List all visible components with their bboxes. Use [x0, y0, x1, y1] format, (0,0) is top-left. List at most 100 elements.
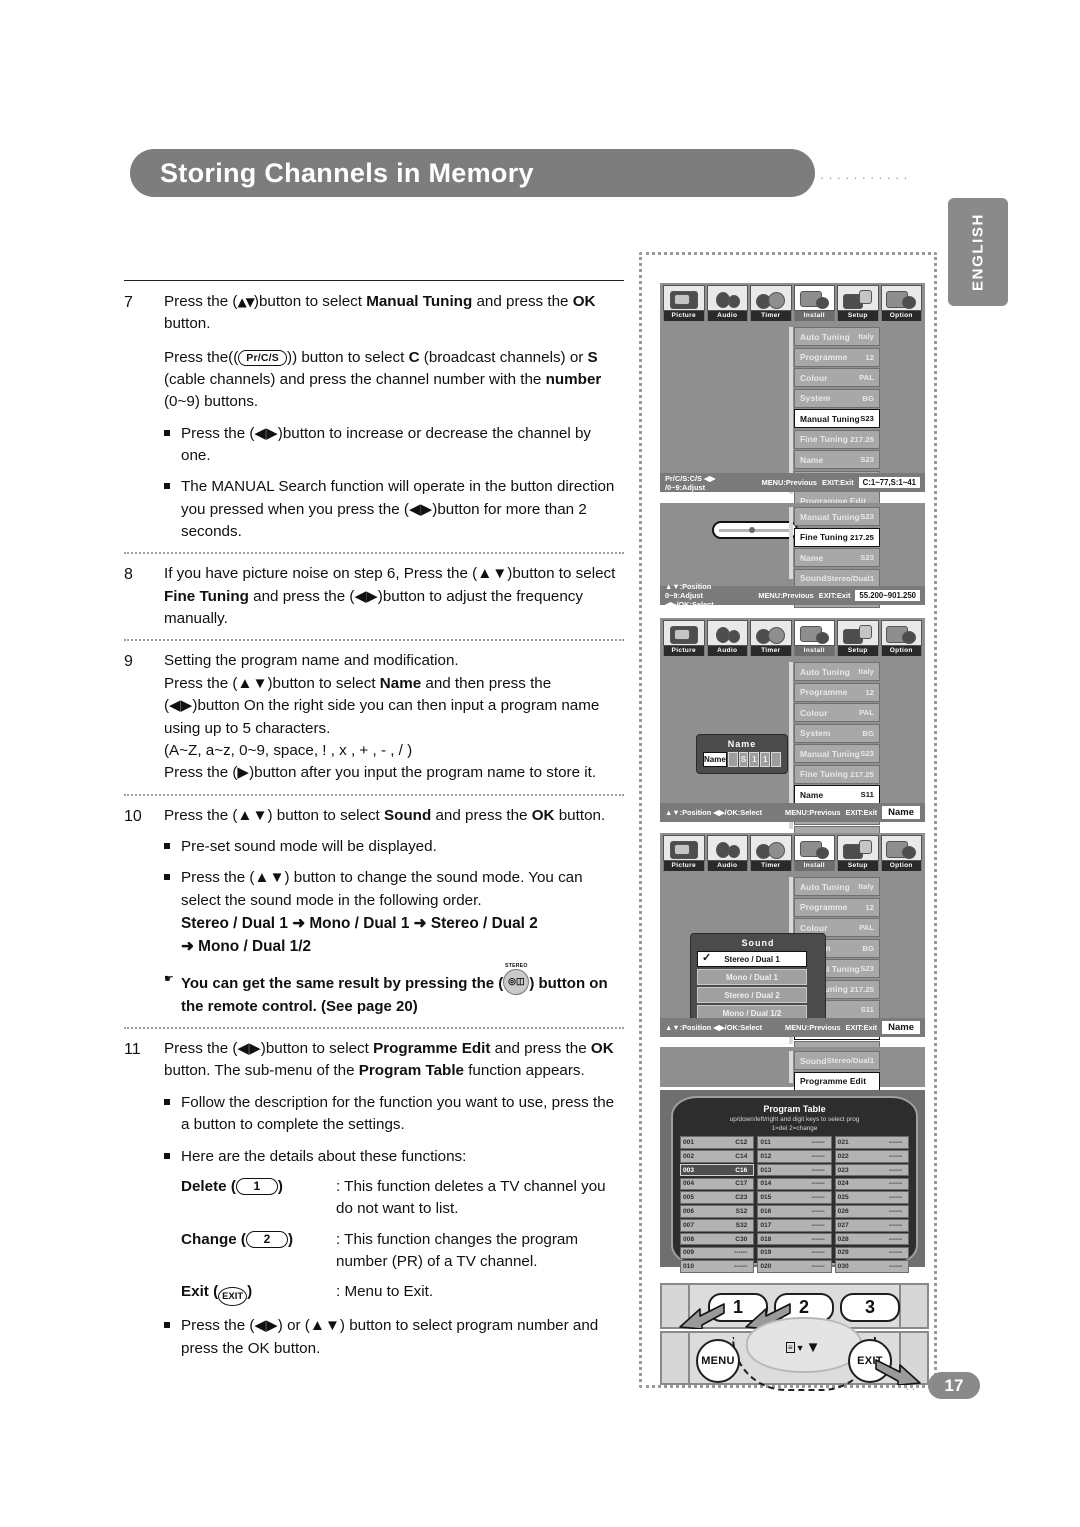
remote-button-menu[interactable]: MENU — [696, 1339, 740, 1383]
sound-option-stereo-dual-2[interactable]: Stereo / Dual 2 — [697, 987, 807, 1003]
name-field-label[interactable]: Name — [703, 752, 727, 767]
table-row[interactable]: 020 ------ — [757, 1260, 832, 1273]
menu-item-auto-tuning[interactable]: Auto Tuning Italy — [794, 327, 880, 346]
name-char-4[interactable]: 1 — [760, 752, 771, 767]
menu-item-auto-tuning[interactable]: Auto Tuning Italy — [794, 662, 880, 681]
osd-tab-audio[interactable]: Audio — [706, 620, 748, 656]
menu-item-manual-tuning[interactable]: Manual Tuning S23 — [794, 744, 880, 763]
name-input-popup[interactable]: Name Name S 1 1 — [696, 734, 788, 774]
programme-edit-menu-list[interactable]: Sound Stereo/Dual1 Programme Edit — [794, 1051, 880, 1092]
program-table-grid[interactable]: 001 C12 002 C14 003 C16 004 C17 005 C23 006 S1… — [680, 1136, 909, 1274]
table-row[interactable]: 013 ------ — [757, 1163, 832, 1177]
program-table-column-2[interactable]: 011 ------ 012 ------ 013 ------ 014 ------ … — [757, 1136, 832, 1274]
menu-item-programme-edit[interactable]: Programme Edit — [794, 1071, 880, 1091]
slider-track[interactable] — [719, 527, 791, 533]
table-row[interactable]: 006 S12 — [680, 1205, 755, 1218]
table-row[interactable]: 027 ------ — [834, 1219, 909, 1232]
osd-tab-audio[interactable]: Audio — [706, 835, 748, 871]
table-row[interactable]: 012 ------ — [757, 1150, 832, 1163]
remote-button-3[interactable]: 3 — [840, 1293, 900, 1322]
program-table-column-1[interactable]: 001 C12 002 C14 003 C16 004 C17 005 C23 006 S1… — [680, 1136, 755, 1274]
table-row[interactable]: 026 ------ — [834, 1205, 909, 1218]
osd-tab-picture[interactable]: Picture — [663, 835, 705, 871]
menu-item-sound[interactable]: SoundStereo/Dual1 — [794, 568, 880, 588]
step-7-line2: Press the((Pr/C/S)) button to select C (… — [164, 348, 602, 411]
menu-item-name[interactable]: Name S23 — [794, 450, 880, 469]
menu-item-fine-tuning[interactable]: Fine Tuning217.25 — [794, 764, 880, 784]
table-row[interactable]: 014 ------ — [757, 1177, 832, 1191]
sound-option-stereo-dual-1[interactable]: ✓ Stereo / Dual 1 — [697, 951, 807, 967]
table-row[interactable]: 019 ------ — [757, 1246, 832, 1260]
menu-item-colour[interactable]: Colour PAL — [794, 703, 880, 722]
table-row[interactable]: 008 C30 — [680, 1232, 755, 1246]
menu-item-manual-tuning[interactable]: Manual Tuning S23 — [794, 409, 880, 428]
table-row[interactable]: 017 ------ — [757, 1219, 832, 1232]
menu-item-sound[interactable]: SoundStereo/Dual1 — [794, 1051, 880, 1070]
table-row[interactable]: 028 ------ — [834, 1232, 909, 1246]
table-row[interactable]: 018 ------ — [757, 1232, 832, 1246]
osd-tab-setup[interactable]: Setup — [837, 285, 879, 321]
name-char-3[interactable]: 1 — [749, 752, 760, 767]
table-row[interactable]: 009 ------ — [680, 1246, 755, 1260]
table-row[interactable]: 021 ------ — [834, 1136, 909, 1149]
table-row[interactable]: 003 C16 — [680, 1163, 755, 1177]
osd-icon-tabs[interactable]: Picture Audio Timer Install Setup Option — [660, 283, 925, 321]
osd-tab-picture[interactable]: Picture — [663, 285, 705, 321]
table-row[interactable]: 024 ------ — [834, 1177, 909, 1191]
osd-tab-picture[interactable]: Picture — [663, 620, 705, 656]
menu-item-system[interactable]: SystemBG — [794, 388, 880, 408]
osd-tab-install[interactable]: Install — [793, 835, 835, 871]
menu-item-fine-tuning[interactable]: Fine Tuning217.25 — [794, 527, 880, 547]
table-row[interactable]: 001 C12 — [680, 1136, 755, 1149]
osd-tab-timer[interactable]: Timer — [750, 620, 792, 656]
osd-tab-install[interactable]: Install — [793, 285, 835, 321]
menu-item-manual-tuning[interactable]: Manual Tuning S23 — [794, 507, 880, 526]
osd-tab-option[interactable]: Option — [880, 835, 922, 871]
osd-tab-timer[interactable]: Timer — [750, 285, 792, 321]
table-row[interactable]: 016 ------ — [757, 1205, 832, 1218]
table-row[interactable]: 030 ------ — [834, 1260, 909, 1273]
remote-key-1-icon: 1 — [235, 1177, 278, 1195]
slider-knob[interactable] — [749, 527, 756, 533]
osd-tab-option[interactable]: Option — [880, 285, 922, 321]
table-row[interactable]: 007 S32 — [680, 1219, 755, 1232]
menu-item-programme[interactable]: Programme 12 — [794, 682, 880, 702]
menu-item-auto-tuning[interactable]: Auto Tuning Italy — [794, 877, 880, 896]
remote-menu-strip: ≡ ▼ ▼ MENU EXIT — [660, 1317, 929, 1391]
name-char-1[interactable] — [727, 752, 738, 767]
table-row[interactable]: 015 ------ — [757, 1191, 832, 1204]
table-row[interactable]: 025 ------ — [834, 1191, 909, 1204]
menu-item-system[interactable]: SystemBG — [794, 723, 880, 743]
table-row[interactable]: 010 ------ — [680, 1260, 755, 1273]
osd-tab-option[interactable]: Option — [880, 620, 922, 656]
fine-tuning-slider[interactable] — [712, 521, 798, 539]
menu-item-colour[interactable]: Colour PAL — [794, 368, 880, 387]
menu-item-fine-tuning[interactable]: Fine Tuning217.25 — [794, 429, 880, 449]
name-char-2[interactable]: S — [738, 752, 749, 767]
menu-item-name[interactable]: NameS11 — [794, 785, 880, 804]
menu-item-name[interactable]: Name S23 — [794, 548, 880, 567]
osd-icon-tabs[interactable]: Picture Audio Timer Install Setup Option — [660, 833, 925, 871]
osd-tab-setup[interactable]: Setup — [837, 835, 879, 871]
table-row[interactable]: 005 C23 — [680, 1191, 755, 1204]
name-char-5[interactable] — [771, 752, 782, 767]
osd-tab-install[interactable]: Install — [793, 620, 835, 656]
program-table-column-3[interactable]: 021 ------ 022 ------ 023 ------ 024 ------ … — [834, 1136, 909, 1274]
menu-item-programme[interactable]: Programme 12 — [794, 347, 880, 367]
osd4-status-right: EXIT:Exit — [845, 1023, 878, 1032]
osd-icon-tabs[interactable]: Picture Audio Timer Install Setup Option — [660, 618, 925, 656]
table-row[interactable]: 004 C17 — [680, 1177, 755, 1191]
sound-option-mono-dual-1[interactable]: Mono / Dual 1 — [697, 969, 807, 985]
name-character-row[interactable]: Name S 1 1 — [703, 752, 782, 767]
table-row[interactable]: 011 ------ — [757, 1136, 832, 1149]
table-row[interactable]: 029 ------ — [834, 1246, 909, 1260]
sound-mode-popup[interactable]: Sound ✓ Stereo / Dual 1 Mono / Dual 1 Ste… — [690, 933, 826, 1030]
sound-order-intro: Press the (▲▼) button to change the soun… — [181, 869, 583, 909]
table-row[interactable]: 002 C14 — [680, 1150, 755, 1163]
table-row[interactable]: 023 ------ — [834, 1163, 909, 1177]
table-row[interactable]: 022 ------ — [834, 1150, 909, 1163]
menu-item-programme[interactable]: Programme 12 — [794, 897, 880, 917]
osd-tab-audio[interactable]: Audio — [706, 285, 748, 321]
osd-tab-setup[interactable]: Setup — [837, 620, 879, 656]
osd-tab-timer[interactable]: Timer — [750, 835, 792, 871]
